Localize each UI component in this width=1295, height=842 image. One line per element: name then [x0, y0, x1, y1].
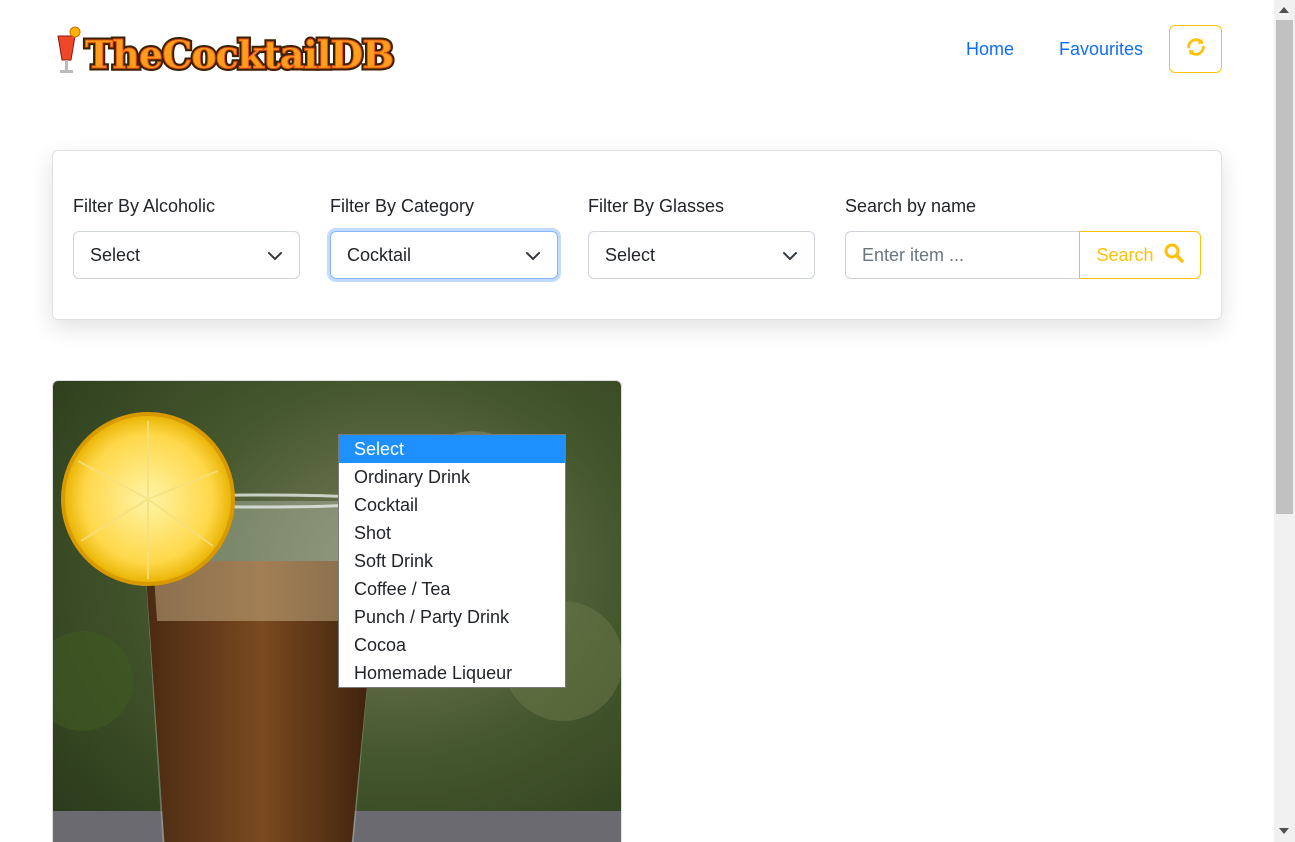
dropdown-option[interactable]: Shot [339, 519, 565, 547]
filter-glasses-select[interactable]: Select [588, 231, 815, 279]
category-dropdown-list[interactable]: Select Ordinary Drink Cocktail Shot Soft… [338, 434, 566, 688]
dropdown-option[interactable]: Select [339, 435, 565, 463]
dropdown-option[interactable]: Soft Drink [339, 547, 565, 575]
dropdown-option[interactable]: Cocoa [339, 631, 565, 659]
filter-alcoholic-value: Select [90, 244, 141, 265]
dropdown-option[interactable]: Punch / Party Drink [339, 603, 565, 631]
filter-glasses-value: Select [605, 244, 656, 265]
chevron-down-icon [782, 248, 798, 269]
scroll-up-icon[interactable] [1279, 7, 1289, 13]
scroll-down-icon[interactable] [1279, 828, 1289, 834]
filter-alcoholic-label: Filter By Alcoholic [73, 196, 216, 216]
filter-category-label: Filter By Category [330, 196, 475, 216]
chevron-down-icon [267, 248, 283, 269]
scroll-thumb[interactable] [1276, 20, 1293, 514]
chevron-down-icon [525, 248, 541, 269]
filter-category-select[interactable]: Cocktail [330, 231, 558, 279]
refresh-icon [1185, 36, 1207, 62]
dropdown-option[interactable]: Ordinary Drink [339, 463, 565, 491]
search-icon [1164, 243, 1184, 268]
filter-alcoholic-select[interactable]: Select [73, 231, 300, 279]
filter-glasses-label: Filter By Glasses [588, 196, 725, 216]
nav-favourites-link[interactable]: Favourites [1059, 39, 1143, 60]
search-button-label: Search [1096, 244, 1154, 265]
dropdown-option[interactable]: Cocktail [339, 491, 565, 519]
nav-home-link[interactable]: Home [966, 39, 1014, 60]
site-logo[interactable]: TheCocktailDB TheCocktailDB [55, 26, 421, 80]
search-button[interactable]: Search [1079, 231, 1201, 279]
dropdown-option[interactable]: Coffee / Tea [339, 575, 565, 603]
refresh-button[interactable] [1169, 25, 1222, 73]
page-scrollbar[interactable] [1274, 0, 1295, 842]
svg-text:TheCocktailDB: TheCocktailDB [85, 32, 393, 77]
search-label: Search by name [845, 196, 977, 216]
dropdown-option[interactable]: Homemade Liqueur [339, 659, 565, 687]
filter-category-value: Cocktail [347, 244, 412, 265]
search-input[interactable]: Enter item ... [845, 231, 1081, 279]
